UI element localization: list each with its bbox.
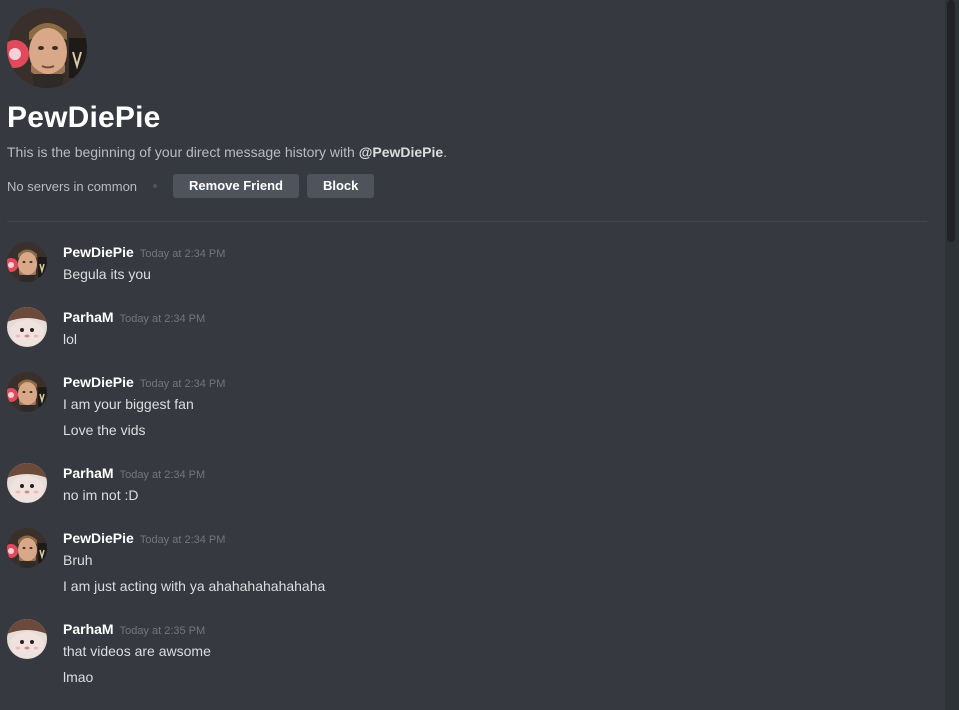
message-timestamp: Today at 2:34 PM <box>119 313 206 325</box>
message-text: no im not :D <box>63 487 139 503</box>
parham-avatar[interactable] <box>7 307 47 347</box>
message-body: ParhaM Today at 2:34 PM lol <box>63 307 923 349</box>
pewdiepie-avatar[interactable] <box>7 242 47 282</box>
message-username[interactable]: ParhaM <box>63 465 114 481</box>
remove-friend-button[interactable]: Remove Friend <box>173 174 299 198</box>
message-text: I am just acting with ya ahahahahahahaha <box>63 578 326 594</box>
message-timestamp: Today at 2:34 PM <box>139 534 226 546</box>
message-text: lmao <box>63 669 94 685</box>
message-text: I am your biggest fan <box>63 396 194 412</box>
dm-intro-prefix: This is the beginning of your direct mes… <box>7 144 359 160</box>
message-header: PewDiePie Today at 2:34 PM <box>63 528 923 548</box>
message-text: Love the vids <box>63 422 146 438</box>
message-header: ParhaM Today at 2:35 PM <box>63 619 923 639</box>
message-text: Begula its you <box>63 266 151 282</box>
message-header: ParhaM Today at 2:34 PM <box>63 463 923 483</box>
message-username[interactable]: ParhaM <box>63 309 114 325</box>
message-username[interactable]: PewDiePie <box>63 374 134 390</box>
dm-intro-description: This is the beginning of your direct mes… <box>7 142 927 162</box>
message-body: PewDiePie Today at 2:34 PM Begula its you <box>63 242 923 284</box>
message-header: ParhaM Today at 2:34 PM <box>63 307 923 327</box>
profile-avatar[interactable] <box>7 8 87 88</box>
message-timestamp: Today at 2:34 PM <box>139 248 226 260</box>
message-body: PewDiePie Today at 2:34 PM I am your bigg… <box>63 372 923 440</box>
message-timestamp: Today at 2:34 PM <box>119 469 206 481</box>
separator-dot <box>153 184 158 188</box>
pewdiepie-avatar[interactable] <box>7 528 47 568</box>
message-body: PewDiePie Today at 2:34 PM Bruh I am just… <box>63 528 923 596</box>
message-text: Bruh <box>63 552 93 568</box>
message-timestamp: Today at 2:35 PM <box>119 625 206 637</box>
intro-actions: No servers in common Remove Friend Block <box>7 174 927 198</box>
intro-divider <box>7 221 927 222</box>
parham-avatar[interactable] <box>7 463 47 503</box>
parham-avatar[interactable] <box>7 619 47 659</box>
message-body: ParhaM Today at 2:35 PM that videos are a… <box>63 619 923 687</box>
message-timestamp: Today at 2:34 PM <box>139 378 226 390</box>
message-text: that videos are awsome <box>63 643 211 659</box>
dm-intro-handle: @PewDiePie <box>358 144 444 160</box>
mutual-servers-text: No servers in common <box>7 178 138 194</box>
block-button[interactable]: Block <box>306 174 375 198</box>
dm-intro: PewDiePie This is the beginning of your … <box>7 8 927 198</box>
profile-name: PewDiePie <box>7 101 161 134</box>
pewdiepie-avatar[interactable] <box>7 372 47 412</box>
message-header: PewDiePie Today at 2:34 PM <box>63 242 923 262</box>
message-username[interactable]: PewDiePie <box>63 530 134 546</box>
message-header: PewDiePie Today at 2:34 PM <box>63 372 923 392</box>
message-body: ParhaM Today at 2:34 PM no im not :D <box>63 463 923 505</box>
message-username[interactable]: ParhaM <box>63 621 114 637</box>
dm-intro-suffix: . <box>443 144 448 160</box>
message-text: lol <box>63 331 78 347</box>
dm-chat-view: PewDiePie This is the beginning of your … <box>0 0 945 710</box>
scrollbar-thumb[interactable] <box>947 0 955 242</box>
message-username[interactable]: PewDiePie <box>63 244 134 260</box>
